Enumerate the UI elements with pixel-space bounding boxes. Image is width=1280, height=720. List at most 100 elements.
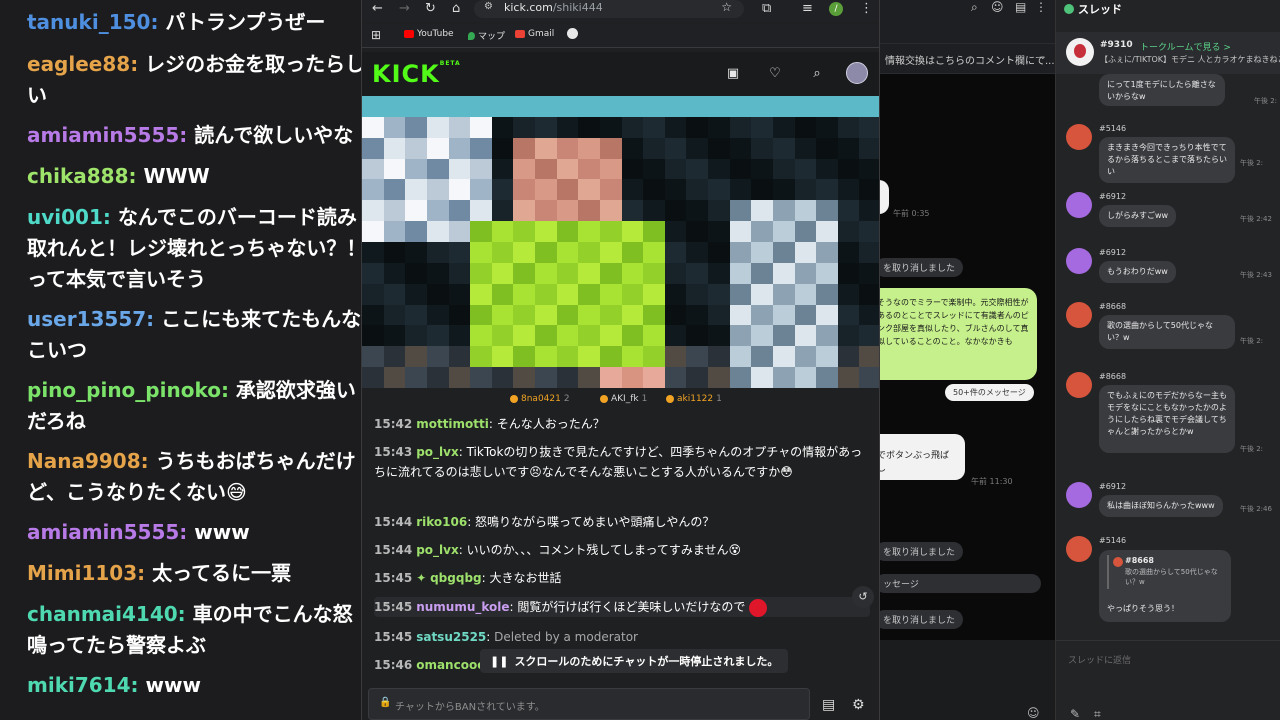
- viewer-name: 8na0421: [521, 394, 561, 404]
- scroll-to-bottom-button[interactable]: ↺: [852, 586, 874, 608]
- media-icon[interactable]: ≡: [802, 1, 813, 17]
- video-mosaic-pixel: [513, 242, 536, 263]
- emote-store-icon[interactable]: ▤: [822, 697, 835, 713]
- chat-username[interactable]: satsu2525: [416, 630, 486, 644]
- avatar[interactable]: [1066, 372, 1092, 398]
- bookmark-label: マップ: [478, 32, 506, 42]
- message-id: #5146: [1099, 124, 1127, 133]
- chat-username[interactable]: riko106: [416, 515, 467, 529]
- overlay-chat-line: uvi001: なんでこのバーコード読み取れんと！レジ壊れとっちゃない？！ って…: [27, 202, 362, 295]
- bookmark-maps[interactable]: マップ: [468, 29, 505, 42]
- avatar[interactable]: [1066, 482, 1092, 508]
- video-mosaic-pixel: [362, 137, 384, 159]
- reload-icon[interactable]: ↻: [425, 1, 436, 17]
- chat-username[interactable]: numumu_kole: [416, 600, 509, 614]
- top-viewer[interactable]: AKI_fk 1: [600, 394, 647, 404]
- globe-icon[interactable]: [567, 28, 578, 39]
- site-info-icon[interactable]: ⚙: [484, 1, 493, 12]
- top-viewer[interactable]: 8na0421 2: [510, 394, 570, 404]
- chat-message[interactable]: 15:45 numumu_kole: 閲覧が行けば行くほど美味しいだけなので: [374, 597, 870, 617]
- menu-icon[interactable]: ⋮: [1035, 0, 1047, 14]
- chat-username[interactable]: omancooo: [416, 658, 485, 672]
- chat-username[interactable]: po_lvx: [416, 445, 459, 459]
- add-friend-icon[interactable]: ☺: [991, 0, 1004, 14]
- forward-icon[interactable]: →: [399, 1, 410, 17]
- announcement-bar[interactable]: 情報交換はこちらのコメント欄にて... ⌄: [879, 44, 1055, 74]
- heart-icon[interactable]: ♡: [766, 65, 784, 83]
- more-messages-button[interactable]: 50+件のメッセージ: [945, 384, 1034, 401]
- bookmark-gmail[interactable]: Gmail: [515, 29, 554, 39]
- address-bar[interactable]: ⚙ kick.com/shiki444 ☆: [474, 0, 744, 18]
- video-mosaic-pixel: [470, 346, 493, 368]
- video-mosaic-pixel: [383, 116, 406, 138]
- video-mosaic-pixel: [621, 304, 644, 326]
- screen: tanuki_150: パトランプうぜー eaglee88: レジのお金を取ったら…: [0, 0, 1280, 720]
- video-mosaic-pixel: [751, 96, 774, 117]
- avatar[interactable]: [1066, 192, 1092, 218]
- pinned-message[interactable]: #9310 トークルームで見る > 【ふぇに/TIKTOK】モデニ 人とカラオケ…: [1056, 32, 1280, 74]
- thread-reply-input[interactable]: スレッドに返信 ✎ ⌗: [1056, 640, 1280, 720]
- chat-paused-banner[interactable]: ❚❚ スクロールのためにチャットが一時停止されました。: [480, 649, 789, 673]
- video-mosaic-pixel: [362, 304, 384, 326]
- chat-input[interactable]: 🔒 チャットからBANされています。: [368, 688, 810, 720]
- bookmark-label: YouTube: [417, 29, 454, 39]
- chat-message[interactable]: 15:42 mottimotti: そんな人おったん？: [374, 414, 870, 434]
- video-mosaic-pixel: [535, 262, 557, 284]
- video-mosaic-pixel: [405, 283, 428, 305]
- view-in-room-link[interactable]: トークルームで見る >: [1140, 40, 1231, 53]
- video-mosaic-pixel: [729, 221, 752, 243]
- avatar[interactable]: [1066, 124, 1092, 150]
- video-mosaic-pixel: [837, 96, 860, 117]
- video-mosaic-pixel: [816, 137, 839, 159]
- bookmark-star-icon[interactable]: ☆: [721, 0, 732, 14]
- search-icon[interactable]: ⌕: [808, 65, 826, 83]
- chat-username[interactable]: po_lvx: [416, 543, 459, 557]
- quoted-message[interactable]: #8668 歌の選曲からして50代じゃない？w: [1107, 555, 1223, 589]
- user-avatar[interactable]: [846, 62, 868, 84]
- video-mosaic-pixel: [578, 116, 601, 138]
- chat-message[interactable]: 15:45 satsu2525: Deleted by a moderator: [374, 627, 870, 647]
- kick-logo[interactable]: KICKBETA: [372, 60, 461, 88]
- chat-username[interactable]: mottimotti: [416, 417, 489, 431]
- extensions-icon[interactable]: ⧉: [762, 1, 771, 17]
- crop-icon[interactable]: ⌗: [1094, 707, 1101, 720]
- bookmark-youtube[interactable]: YouTube: [404, 29, 454, 39]
- chevron-down-icon[interactable]: ⌄: [1039, 51, 1047, 62]
- message-bubble: でボタンぶっ飛ばし: [879, 434, 965, 480]
- avatar[interactable]: [1066, 248, 1092, 274]
- settings-icon[interactable]: ⚙: [852, 697, 865, 713]
- profile-avatar[interactable]: /: [829, 2, 843, 16]
- back-icon[interactable]: ←: [372, 1, 383, 17]
- menu-icon[interactable]: ⋮: [860, 1, 873, 17]
- video-mosaic-pixel: [729, 137, 752, 159]
- video-mosaic-pixel: [426, 325, 449, 347]
- video-mosaic-pixel: [470, 242, 493, 263]
- video-mosaic-pixel: [470, 325, 493, 347]
- chat-message[interactable]: 15:45 ✦ qbgqbg: 大きなお世話: [374, 568, 870, 588]
- emoji-icon[interactable]: ☺: [1027, 706, 1040, 720]
- video-mosaic-pixel: [837, 200, 860, 222]
- video-mosaic-pixel: [621, 116, 644, 138]
- video-mosaic-pixel: [643, 137, 666, 159]
- video-mosaic-pixel: [708, 367, 730, 388]
- video-mosaic-pixel: [772, 116, 795, 138]
- search-icon[interactable]: ⌕: [971, 0, 978, 15]
- message-id: #5146: [1099, 536, 1127, 545]
- avatar[interactable]: [1066, 302, 1092, 328]
- video-player[interactable]: [362, 96, 879, 388]
- top-viewer[interactable]: aki1122 1: [666, 394, 722, 404]
- chat-message[interactable]: 15:44 po_lvx: いいのか、、、コメント残してしまってすみません😵: [374, 540, 870, 560]
- chat-username[interactable]: qbgqbg: [430, 571, 482, 585]
- home-icon[interactable]: ⌂: [452, 1, 460, 17]
- overlay-chat-username: Nana9908:: [27, 449, 156, 473]
- chat-message[interactable]: 15:44 riko106: 怒鳴りながら喋ってめまいや頭痛しやんの？: [374, 512, 870, 532]
- note-icon[interactable]: ▤: [1015, 0, 1026, 14]
- video-mosaic-pixel: [772, 137, 795, 159]
- browse-icon[interactable]: ▣: [724, 65, 742, 83]
- chat-message[interactable]: 15:43 po_lvx: TikTokの切り抜きで見たんですけど、四季ちゃんのオ…: [374, 442, 870, 482]
- apps-icon[interactable]: ⊞: [371, 28, 381, 42]
- overlay-chat-text: www: [145, 673, 201, 697]
- video-mosaic-pixel: [664, 242, 687, 263]
- attach-icon[interactable]: ✎: [1070, 707, 1080, 720]
- video-mosaic-pixel: [816, 158, 839, 180]
